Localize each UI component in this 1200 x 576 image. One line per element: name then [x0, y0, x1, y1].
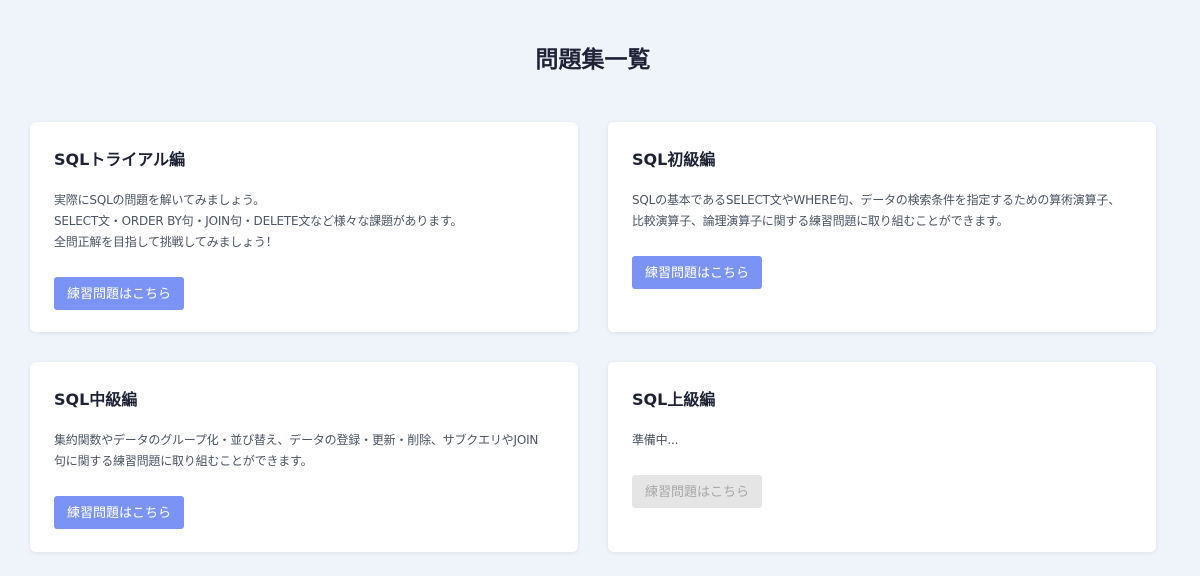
course-card-beginner: SQL初級編 SQLの基本であるSELECT文やWHERE句、データの検索条件を… — [608, 122, 1156, 332]
practice-button[interactable]: 練習問題はこちら — [54, 496, 185, 529]
course-card-trial: SQLトライアル編 実際にSQLの問題を解いてみましょう。 SELECT文・OR… — [30, 122, 578, 332]
card-description: SQLの基本であるSELECT文やWHERE句、データの検索条件を指定するための… — [632, 193, 1120, 228]
practice-button-disabled: 練習問題はこちら — [632, 475, 763, 508]
practice-button[interactable]: 練習問題はこちら — [632, 256, 763, 289]
card-title: SQL初級編 — [632, 150, 716, 169]
practice-button[interactable]: 練習問題はこちら — [54, 277, 185, 310]
card-title: SQLトライアル編 — [54, 150, 186, 169]
card-description: 集約関数やデータのグループ化・並び替え、データの登録・更新・削除、サブクエリやJ… — [54, 433, 539, 468]
course-card-intermediate: SQL中級編 集約関数やデータのグループ化・並び替え、データの登録・更新・削除、… — [30, 362, 578, 552]
card-title: SQL上級編 — [632, 390, 716, 409]
page-title: 問題集一覧 — [535, 47, 651, 73]
card-title: SQL中級編 — [54, 390, 138, 409]
card-description: 準備中... — [632, 433, 679, 447]
card-description: 実際にSQLの問題を解いてみましょう。 SELECT文・ORDER BY句・JO… — [54, 193, 463, 249]
course-card-advanced: SQL上級編 準備中... 練習問題はこちら — [608, 362, 1156, 552]
course-grid: SQLトライアル編 実際にSQLの問題を解いてみましょう。 SELECT文・OR… — [30, 122, 1156, 552]
